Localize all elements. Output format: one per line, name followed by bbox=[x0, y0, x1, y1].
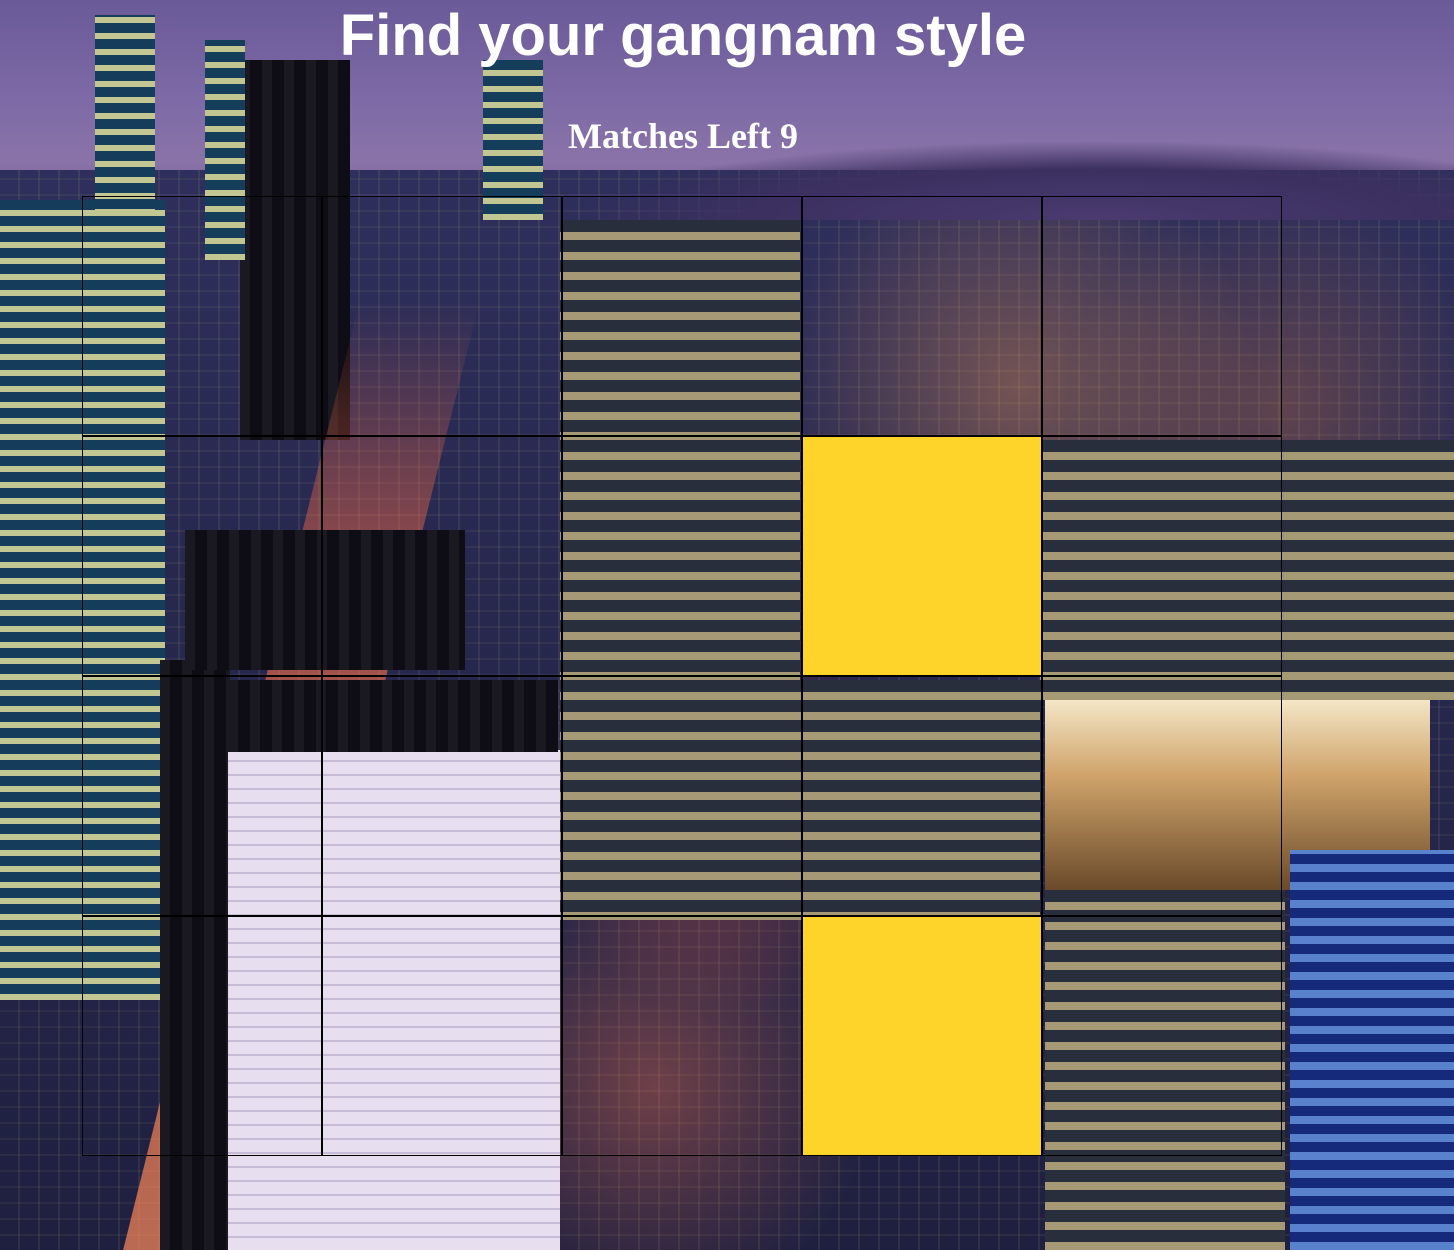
card-hidden[interactable] bbox=[1042, 436, 1282, 676]
card-hidden[interactable] bbox=[802, 196, 1042, 436]
card-hidden[interactable] bbox=[322, 676, 562, 916]
card-hidden[interactable] bbox=[802, 676, 1042, 916]
card-hidden[interactable] bbox=[562, 196, 802, 436]
card-hidden[interactable] bbox=[82, 436, 322, 676]
card-revealed[interactable] bbox=[802, 916, 1042, 1156]
card-hidden[interactable] bbox=[322, 436, 562, 676]
card-hidden[interactable] bbox=[82, 196, 322, 436]
card-hidden[interactable] bbox=[322, 196, 562, 436]
card-hidden[interactable] bbox=[1042, 676, 1282, 916]
card-hidden[interactable] bbox=[562, 436, 802, 676]
card-hidden[interactable] bbox=[322, 916, 562, 1156]
card-hidden[interactable] bbox=[1042, 916, 1282, 1156]
card-hidden[interactable] bbox=[562, 676, 802, 916]
card-hidden[interactable] bbox=[82, 676, 322, 916]
card-hidden[interactable] bbox=[1042, 196, 1282, 436]
tower-right-blue bbox=[1290, 850, 1454, 1250]
card-hidden[interactable] bbox=[82, 916, 322, 1156]
card-revealed[interactable] bbox=[802, 436, 1042, 676]
page-title: Find your gangnam style bbox=[339, 3, 1027, 68]
matches-left-counter: Matches Left 9 bbox=[568, 116, 798, 156]
card-hidden[interactable] bbox=[562, 916, 802, 1156]
game-board bbox=[82, 196, 1282, 1156]
